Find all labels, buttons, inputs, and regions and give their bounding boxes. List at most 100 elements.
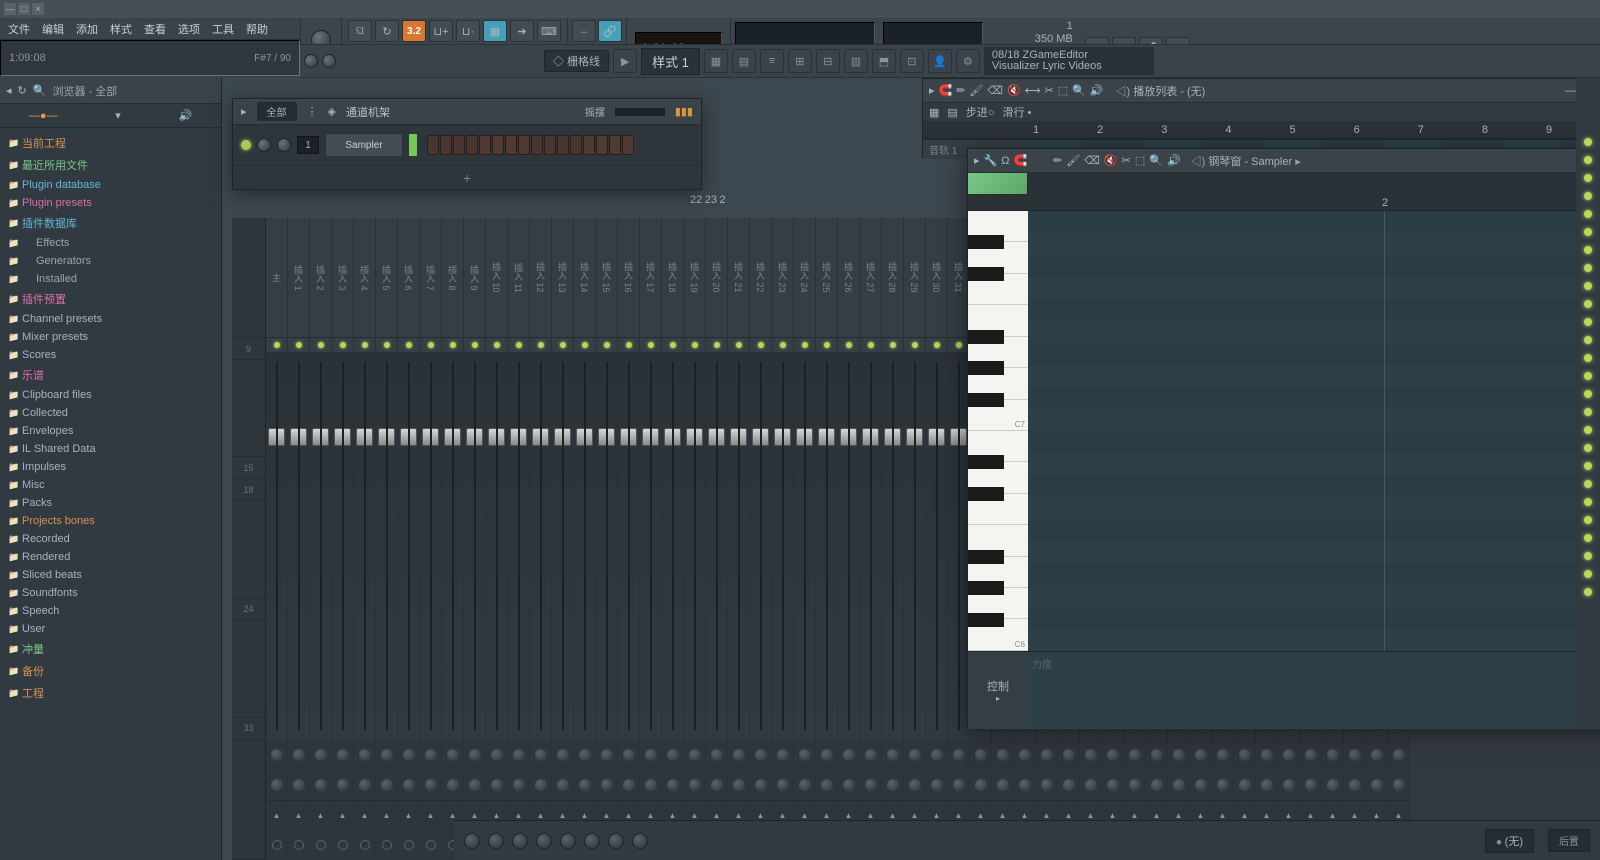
browser-item[interactable]: Envelopes: [0, 422, 221, 440]
route-arrow-icon[interactable]: ▲: [1373, 811, 1381, 820]
browser-item[interactable]: Plugin database: [0, 176, 221, 194]
view-browser-icon[interactable]: ⊟: [816, 49, 840, 73]
view-channelrack-icon[interactable]: ≡: [760, 49, 784, 73]
mixer-fader[interactable]: [662, 352, 683, 740]
browser-item[interactable]: Misc: [0, 476, 221, 494]
mixer-mute-led[interactable]: [596, 338, 617, 352]
mixer-pan-knob[interactable]: [1195, 749, 1207, 761]
mixer-pan-knob[interactable]: [997, 749, 1009, 761]
mixer-fader[interactable]: [684, 352, 705, 740]
channel-number[interactable]: 1: [297, 136, 319, 154]
route-arrow-icon[interactable]: ▲: [1087, 811, 1095, 820]
mixer-fader[interactable]: [508, 352, 529, 740]
mixer-track[interactable]: 插入 4▲: [354, 218, 376, 860]
mixer-track-name[interactable]: 插入 24: [794, 218, 815, 338]
mixer-track-name[interactable]: 插入 8: [442, 218, 463, 338]
piano-roll-header[interactable]: ▸ 🔧 Ω 🧲 ✏ 🖌 ⌫ 🔇 ✂ ⬚ 🔍 🔊 ◁) 钢琴窗 - Sampler…: [968, 149, 1600, 173]
browser-item[interactable]: Sliced beats: [0, 566, 221, 584]
route-target-icon[interactable]: [272, 840, 282, 850]
control-label[interactable]: 控制▸: [968, 652, 1028, 729]
snap-select[interactable]: ◇ 栅格线: [544, 50, 609, 72]
mixer-pan-knob[interactable]: [909, 749, 921, 761]
route-arrow-icon[interactable]: ▲: [669, 811, 677, 820]
mixer-track[interactable]: 插入 22▲: [750, 218, 772, 860]
mixer-mute-led[interactable]: [266, 338, 287, 352]
mixer-track-name[interactable]: 主: [266, 218, 287, 338]
browser-item[interactable]: Packs: [0, 494, 221, 512]
mixer-track-name[interactable]: 插入 12: [530, 218, 551, 338]
mixer-mute-led[interactable]: [662, 338, 683, 352]
route-arrow-icon[interactable]: ▲: [1043, 811, 1051, 820]
mixer-pan-knob[interactable]: [1041, 749, 1053, 761]
route-arrow-icon[interactable]: ▲: [449, 811, 457, 820]
mixer-sep-knob[interactable]: [821, 779, 833, 791]
browser-fwd-icon[interactable]: ↻: [18, 84, 27, 97]
mixer-sep-knob[interactable]: [1173, 779, 1185, 791]
piano-roll-minimap[interactable]: [968, 173, 1028, 194]
mixer-sep-knob[interactable]: [799, 779, 811, 791]
mixer-track-name[interactable]: 插入 22: [750, 218, 771, 338]
route-arrow-icon[interactable]: ▲: [273, 811, 281, 820]
mixer-sep-knob[interactable]: [557, 779, 569, 791]
route-arrow-icon[interactable]: ▲: [1241, 811, 1249, 820]
mixer-sep-knob[interactable]: [1283, 779, 1295, 791]
route-arrow-icon[interactable]: ▲: [581, 811, 589, 820]
mixer-mute-led[interactable]: [816, 338, 837, 352]
route-arrow-icon[interactable]: ▲: [911, 811, 919, 820]
mixer-pan-knob[interactable]: [403, 749, 415, 761]
mixer-track[interactable]: 插入 24▲: [794, 218, 816, 860]
mixer-pan-knob[interactable]: [579, 749, 591, 761]
pr-menu-icon[interactable]: ▸: [974, 154, 980, 167]
route-arrow-icon[interactable]: ▲: [383, 811, 391, 820]
mixer-track-name[interactable]: 插入 1: [288, 218, 309, 338]
mixer-pan-knob[interactable]: [645, 749, 657, 761]
mixer-mute-led[interactable]: [574, 338, 595, 352]
menu-tools[interactable]: 工具: [206, 19, 240, 39]
mixer-pan-knob[interactable]: [337, 749, 349, 761]
mixer-track-name[interactable]: 插入 27: [860, 218, 881, 338]
send-enable-led[interactable]: [1584, 264, 1592, 272]
step-cell[interactable]: [583, 135, 595, 155]
mixer-pan-knob[interactable]: [513, 749, 525, 761]
route-arrow-icon[interactable]: ▲: [1351, 811, 1359, 820]
send-enable-led[interactable]: [1584, 480, 1592, 488]
step-cell[interactable]: [466, 135, 478, 155]
mixer-track[interactable]: 插入 10▲: [486, 218, 508, 860]
channel-rack-window[interactable]: ▸ 全部 ⋮ ◈ 通道机架 摇摆 ▮▮▮ 1 Sampler +: [232, 98, 702, 190]
mixer-sep-knob[interactable]: [887, 779, 899, 791]
pr-tool-mute-icon[interactable]: 🔇: [1104, 154, 1118, 167]
pr-wrench-icon[interactable]: 🔧: [984, 154, 998, 167]
menu-help[interactable]: 帮助: [240, 19, 274, 39]
send-knob[interactable]: [488, 833, 504, 849]
mixer-pan-knob[interactable]: [975, 749, 987, 761]
black-key[interactable]: [968, 393, 1004, 407]
mixer-track[interactable]: 插入 30▲: [926, 218, 948, 860]
mixer-sep-knob[interactable]: [1107, 779, 1119, 791]
black-key[interactable]: [968, 267, 1004, 281]
mixer-mute-led[interactable]: [508, 338, 529, 352]
mixer-mute-led[interactable]: [926, 338, 947, 352]
mixer-pan-knob[interactable]: [1349, 749, 1361, 761]
step-cell[interactable]: [518, 135, 530, 155]
send-enable-led[interactable]: [1584, 426, 1592, 434]
mixer-track-name[interactable]: 插入 13: [552, 218, 573, 338]
mixer-track-name[interactable]: 插入 14: [574, 218, 595, 338]
mixer-mute-led[interactable]: [398, 338, 419, 352]
mixer-sep-knob[interactable]: [403, 779, 415, 791]
settings-icon[interactable]: ⚙: [956, 49, 980, 73]
send-enable-led[interactable]: [1584, 498, 1592, 506]
route-target-icon[interactable]: [426, 840, 436, 850]
mixer-pan-knob[interactable]: [733, 749, 745, 761]
route-arrow-icon[interactable]: ▲: [537, 811, 545, 820]
mixer-sep-knob[interactable]: [1305, 779, 1317, 791]
send-enable-led[interactable]: [1584, 192, 1592, 200]
pl-min-icon[interactable]: —: [1565, 85, 1576, 97]
send-enable-led[interactable]: [1584, 228, 1592, 236]
mixer-track-name[interactable]: 插入 18: [662, 218, 683, 338]
route-arrow-icon[interactable]: ▲: [735, 811, 743, 820]
mixer-fader[interactable]: [530, 352, 551, 740]
mixer-pan-knob[interactable]: [491, 749, 503, 761]
send-knob[interactable]: [536, 833, 552, 849]
pl-tab1-icon[interactable]: ▦: [929, 106, 939, 119]
step-cell[interactable]: [531, 135, 543, 155]
